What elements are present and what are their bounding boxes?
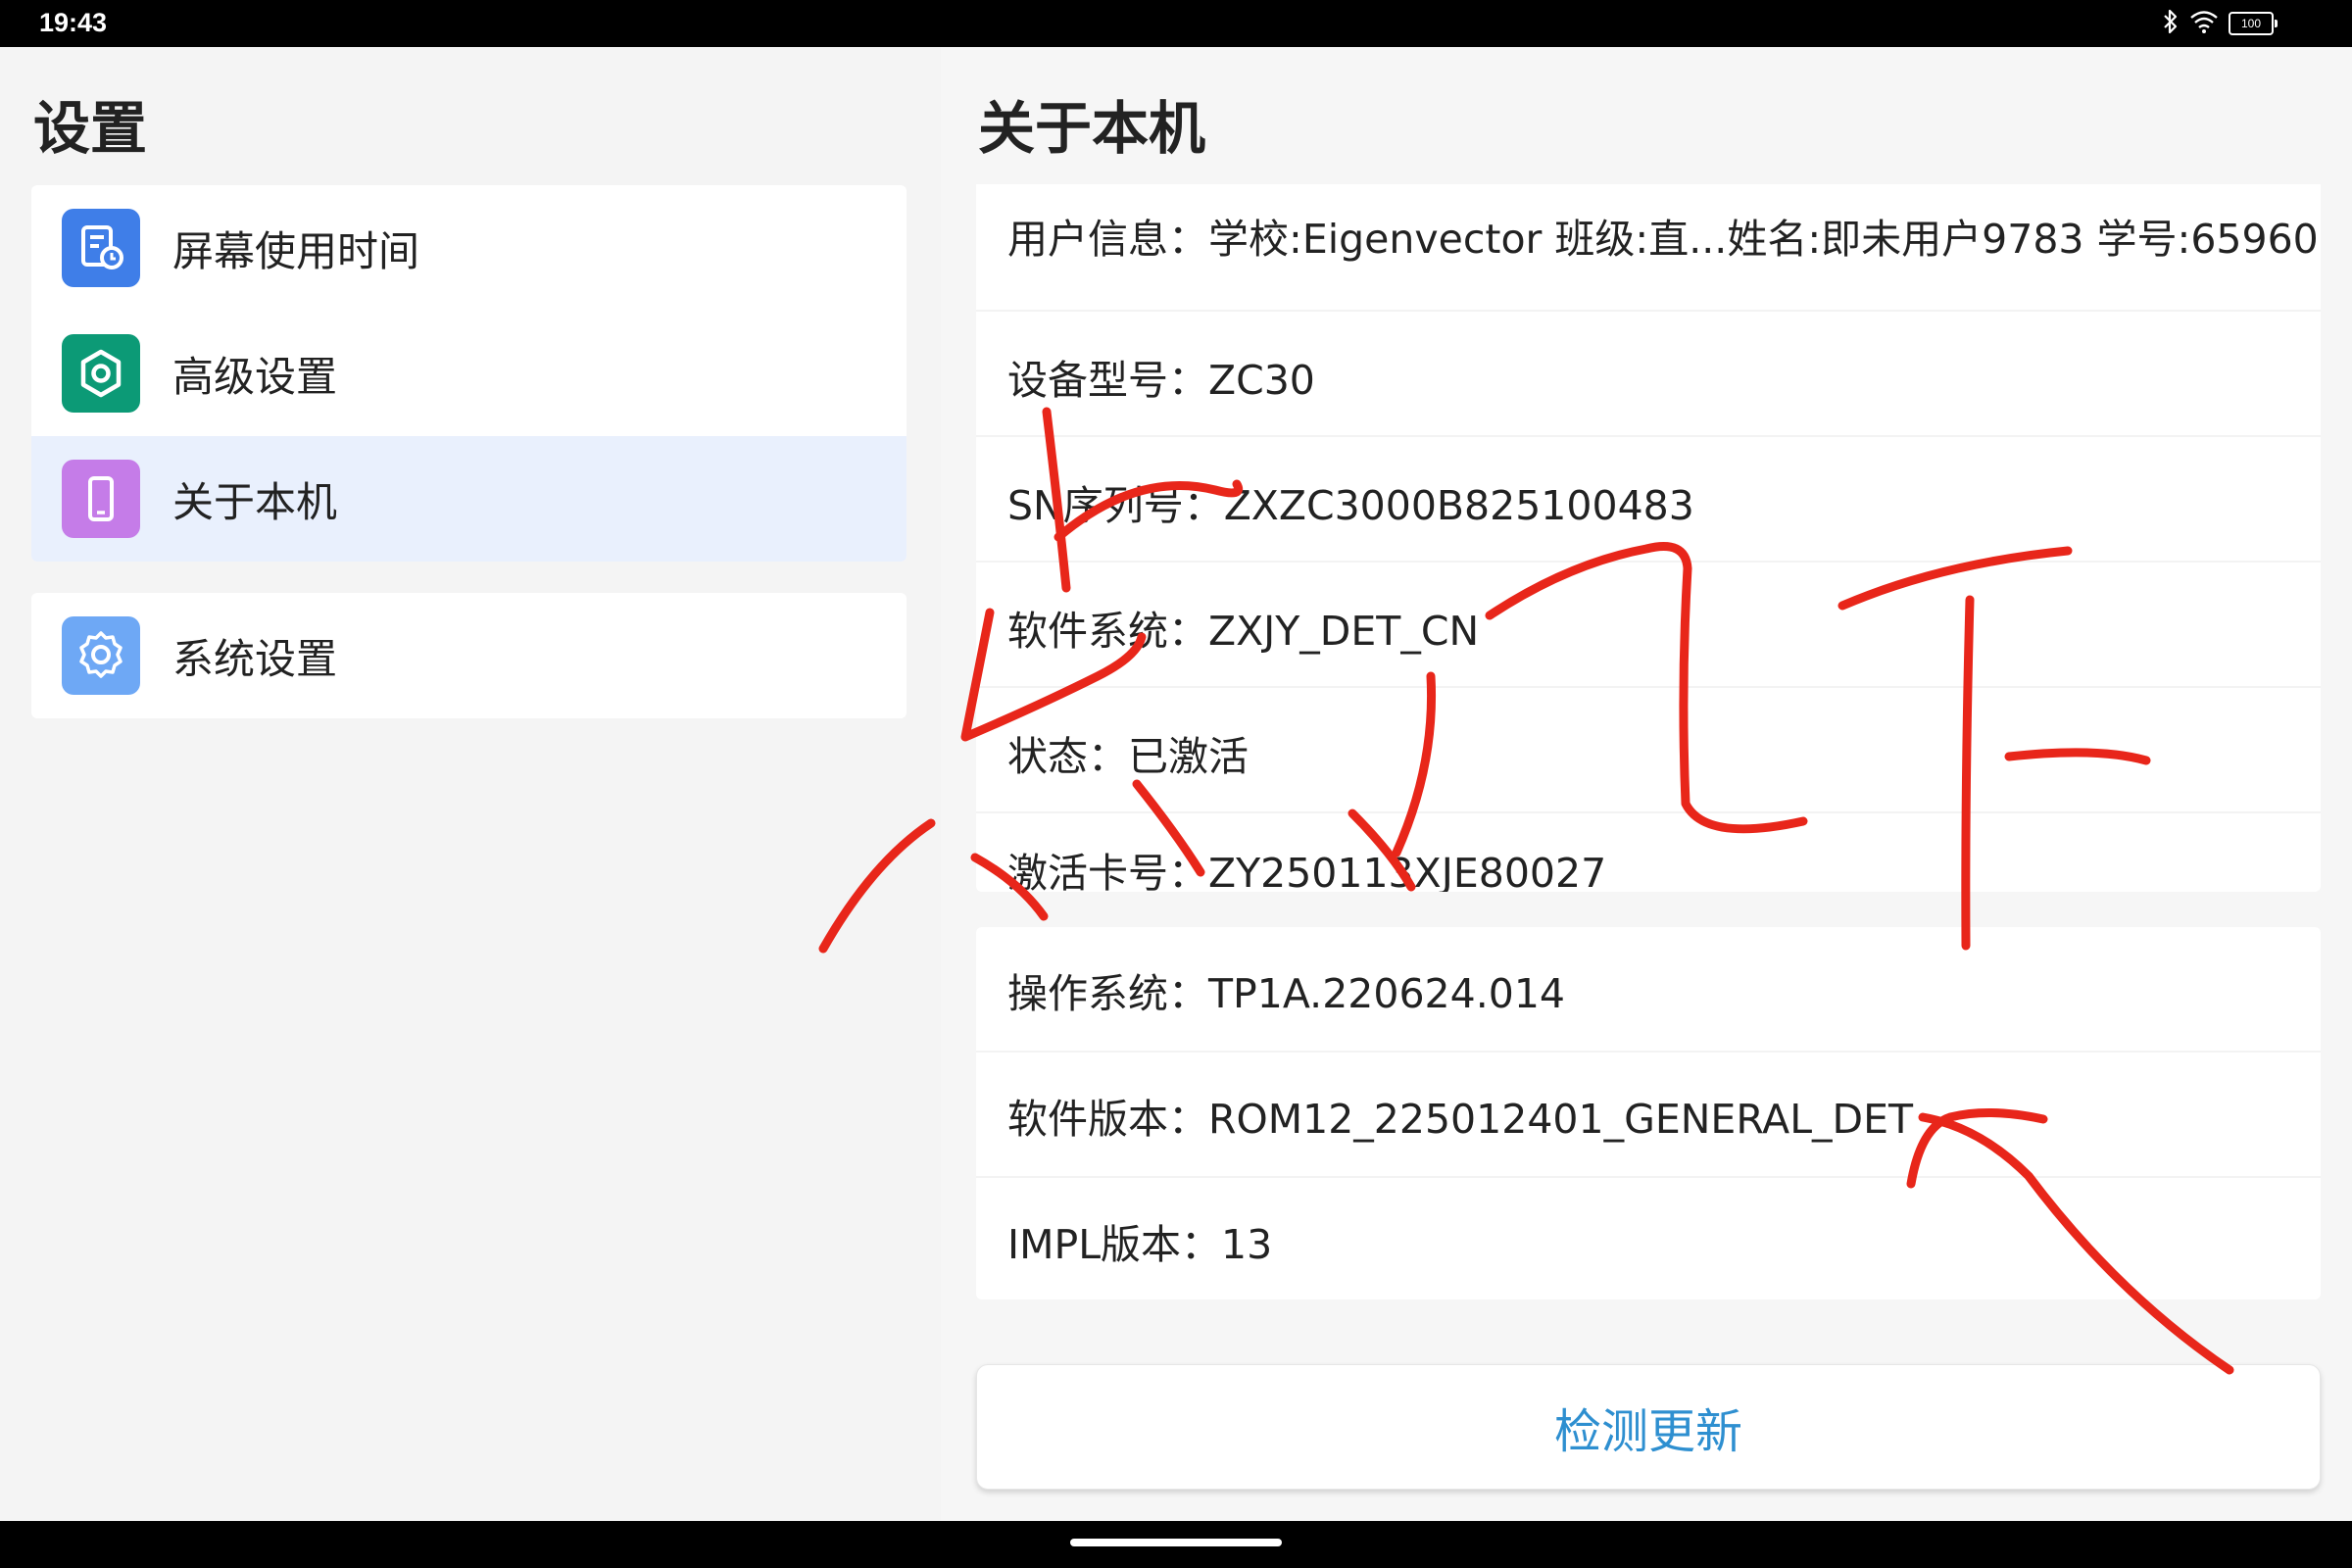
info-row-software-version: 软件版本：ROM12_225012401_GENERAL_DET: [976, 1053, 2321, 1178]
version-info-card: 操作系统：TP1A.220624.014 软件版本：ROM12_22501240…: [976, 927, 2321, 1299]
settings-sidebar: 设置 屏幕使用时间 高级设置 关于本机 系统设置: [0, 47, 941, 1521]
gear-icon: [62, 334, 140, 413]
battery-icon: 100: [2229, 12, 2278, 35]
sidebar-item-advanced[interactable]: 高级设置: [31, 311, 906, 436]
info-impl-text: IMPL版本：13: [1007, 1221, 1273, 1268]
info-row-impl: IMPL版本：13: [976, 1178, 2321, 1299]
sidebar-title: 设置: [33, 95, 148, 162]
sidebar-item-label: 屏幕使用时间: [172, 226, 420, 275]
navigation-bar: [0, 1521, 2352, 1568]
sidebar-item-screen-time[interactable]: 屏幕使用时间: [31, 185, 906, 311]
sidebar-item-label: 系统设置: [172, 634, 338, 683]
sidebar-group-2: 系统设置: [31, 593, 906, 718]
sidebar-group-1: 屏幕使用时间 高级设置 关于本机: [31, 185, 906, 562]
row-divider: [976, 811, 2321, 813]
settings-gear-icon: [62, 616, 140, 695]
device-info-card: 用户信息：学校:Eigenvector 班级:直...姓名:即未用户9783 学…: [976, 184, 2321, 892]
status-icons: 100: [2162, 9, 2278, 38]
info-row-sn: SN序列号：ZXZC3000B825100483: [976, 439, 2321, 564]
sidebar-item-about[interactable]: 关于本机: [31, 436, 906, 562]
info-software-version-text: 软件版本：ROM12_225012401_GENERAL_DET: [1007, 1096, 1914, 1143]
sidebar-item-label: 关于本机: [172, 477, 338, 526]
info-sn-text: SN序列号：ZXZC3000B825100483: [1007, 482, 1694, 529]
info-row-activation: 激活卡号：ZY250113XJE80027: [976, 815, 2321, 892]
info-row-user: 用户信息：学校:Eigenvector 班级:直...姓名:即未用户9783 学…: [976, 184, 2321, 298]
info-model-text: 设备型号：ZC30: [1007, 357, 1315, 404]
info-row-status: 状态：已激活: [976, 690, 2321, 815]
row-divider: [976, 310, 2321, 312]
wifi-icon: [2189, 9, 2219, 38]
row-divider: [976, 686, 2321, 688]
sidebar-item-label: 高级设置: [172, 352, 338, 401]
row-divider: [976, 561, 2321, 563]
info-row-os: 操作系统：TP1A.220624.014: [976, 927, 2321, 1053]
info-software-system-text: 软件系统：ZXJY_DET_CN: [1007, 608, 1480, 655]
about-panel: 关于本机 用户信息：学校:Eigenvector 班级:直...姓名:即未用户9…: [941, 47, 2352, 1521]
bluetooth-icon: [2162, 9, 2180, 38]
check-update-button[interactable]: 检测更新: [976, 1364, 2321, 1490]
info-row-model: 设备型号：ZC30: [976, 314, 2321, 439]
screen-time-icon: [62, 209, 140, 287]
info-user-text: 用户信息：学校:Eigenvector 班级:直...姓名:即未用户9783 学…: [1007, 216, 2321, 263]
info-os-text: 操作系统：TP1A.220624.014: [1007, 970, 1566, 1017]
info-row-software-system: 软件系统：ZXJY_DET_CN: [976, 564, 2321, 690]
status-bar: 19:43 100: [0, 0, 2352, 47]
page-title: 关于本机: [978, 95, 1206, 162]
status-time: 19:43: [39, 8, 108, 37]
info-status-text: 状态：已激活: [1007, 733, 1249, 780]
sidebar-item-system-settings[interactable]: 系统设置: [31, 593, 906, 718]
phone-icon: [62, 460, 140, 538]
row-divider: [976, 435, 2321, 437]
home-indicator[interactable]: [1070, 1539, 1282, 1546]
info-activation-text: 激活卡号：ZY250113XJE80027: [1007, 850, 1607, 892]
